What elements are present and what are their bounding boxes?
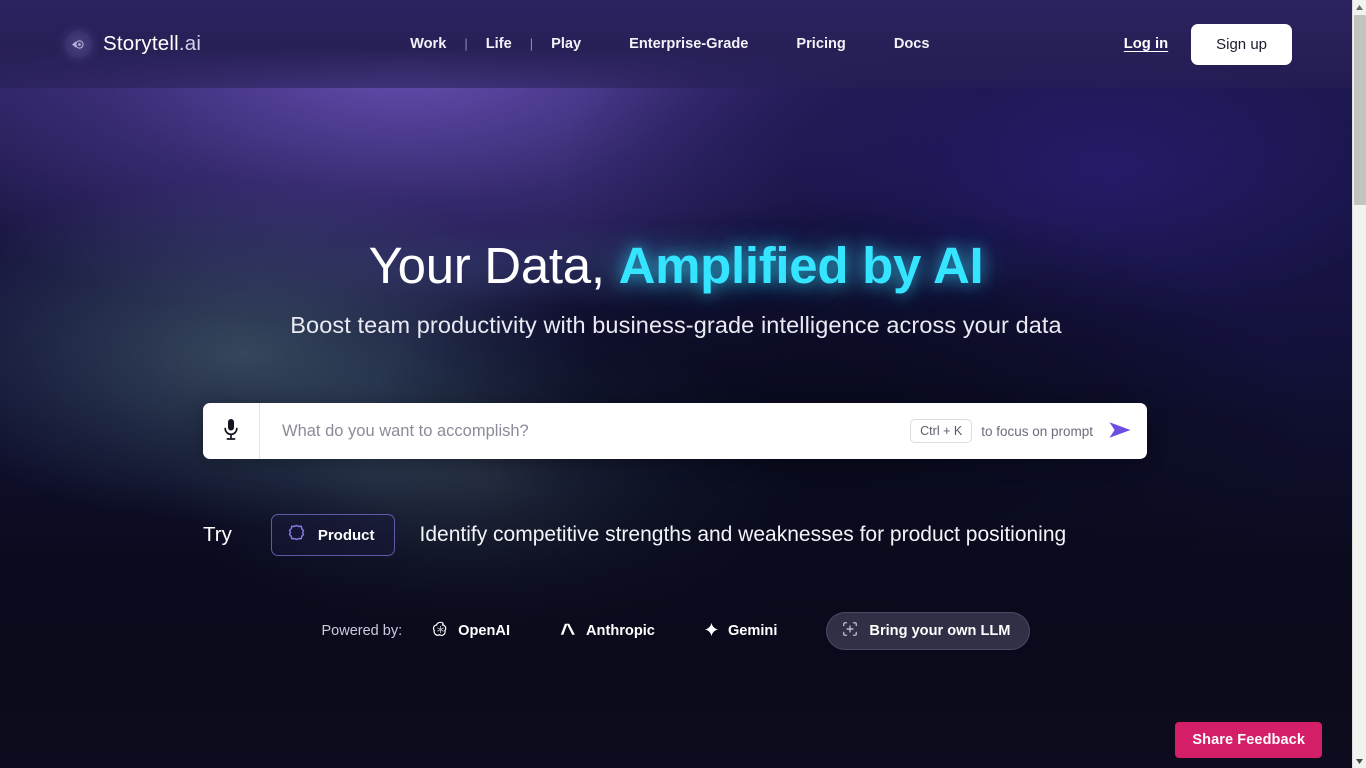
- prompt-input[interactable]: [260, 421, 911, 441]
- provider-gemini-label: Gemini: [727, 623, 778, 639]
- nav-item-enterprise-grade[interactable]: Enterprise-Grade: [629, 36, 748, 52]
- anthropic-logo-icon: [559, 621, 577, 641]
- scrollbar-thumb[interactable]: [1354, 15, 1366, 205]
- sign-up-button[interactable]: Sign up: [1191, 23, 1292, 65]
- suggestion-text[interactable]: Identify competitive strengths and weakn…: [420, 523, 1067, 547]
- storytell-orb-icon: [65, 30, 92, 58]
- openai-logo-icon: [432, 621, 449, 642]
- try-label: Try: [203, 523, 232, 546]
- vertical-scrollbar[interactable]: [1352, 0, 1366, 768]
- nav-item-work[interactable]: Work: [410, 36, 446, 52]
- prompt-shortcut-group: Ctrl + K to focus on prompt: [910, 419, 1147, 443]
- nav-item-play[interactable]: Play: [551, 36, 581, 52]
- provider-openai[interactable]: OpenAI: [432, 621, 510, 642]
- site-header: Storytell.ai Work | Life | Play Enterpri…: [0, 0, 1352, 88]
- provider-openai-label: OpenAI: [458, 623, 511, 639]
- hero-section: Your Data, Amplified by AI Boost team pr…: [0, 0, 1352, 768]
- provider-anthropic[interactable]: Anthropic: [559, 621, 655, 641]
- bring-your-own-llm-label: Bring your own LLM: [869, 623, 1011, 639]
- auth-actions: Log in Sign up: [1124, 23, 1292, 65]
- brand-tld-text: .ai: [178, 32, 202, 55]
- nav-separator-2: |: [529, 36, 534, 51]
- category-chip-label: Product: [317, 526, 375, 544]
- nav-item-docs[interactable]: Docs: [894, 36, 930, 52]
- page-subtitle: Boost team productivity with business-gr…: [290, 312, 1062, 338]
- page-title: Your Data, Amplified by AI: [0, 236, 1352, 295]
- prompt-bar: Ctrl + K to focus on prompt: [203, 403, 1147, 459]
- scroll-up-arrow-icon[interactable]: [1353, 0, 1366, 14]
- powered-by-label: Powered by:: [321, 623, 403, 639]
- brand-name: Storytell.ai: [103, 32, 201, 56]
- powered-by-row: Powered by: OpenAI Anthropic Gemini Brin…: [0, 612, 1352, 650]
- product-gear-icon: [288, 524, 305, 546]
- microphone-icon: [223, 418, 239, 444]
- scroll-down-arrow-icon[interactable]: [1353, 754, 1366, 768]
- try-suggestion-row: Try Product Identify competitive strengt…: [203, 514, 1147, 556]
- shortcut-hint-label: to focus on prompt: [981, 423, 1093, 439]
- provider-gemini[interactable]: Gemini: [704, 622, 777, 641]
- category-chip-product[interactable]: Product: [270, 514, 395, 556]
- microphone-button[interactable]: [203, 403, 260, 459]
- headline-plain-text: Your Data,: [368, 237, 619, 294]
- log-in-link[interactable]: Log in: [1124, 36, 1168, 52]
- nav-separator-1: |: [464, 36, 468, 51]
- shortcut-key-chip: Ctrl + K: [910, 419, 973, 443]
- page-canvas: Storytell.ai Work | Life | Play Enterpri…: [0, 0, 1352, 768]
- bring-your-own-llm-button[interactable]: Bring your own LLM: [826, 612, 1031, 650]
- nav-item-pricing[interactable]: Pricing: [796, 36, 845, 52]
- send-button[interactable]: [1102, 420, 1132, 443]
- brand-name-text: Storytell: [103, 32, 179, 55]
- main-nav: Work | Life | Play Enterprise-Grade Pric…: [410, 36, 929, 52]
- nav-item-life[interactable]: Life: [486, 36, 512, 52]
- gemini-sparkle-icon: [704, 622, 719, 641]
- provider-anthropic-label: Anthropic: [586, 623, 655, 639]
- send-arrow-icon: [1108, 420, 1132, 443]
- share-feedback-button[interactable]: Share Feedback: [1175, 722, 1322, 758]
- headline-accent-text: Amplified by AI: [618, 237, 984, 294]
- brand-logo[interactable]: Storytell.ai: [65, 30, 201, 58]
- add-frame-icon: [842, 621, 858, 641]
